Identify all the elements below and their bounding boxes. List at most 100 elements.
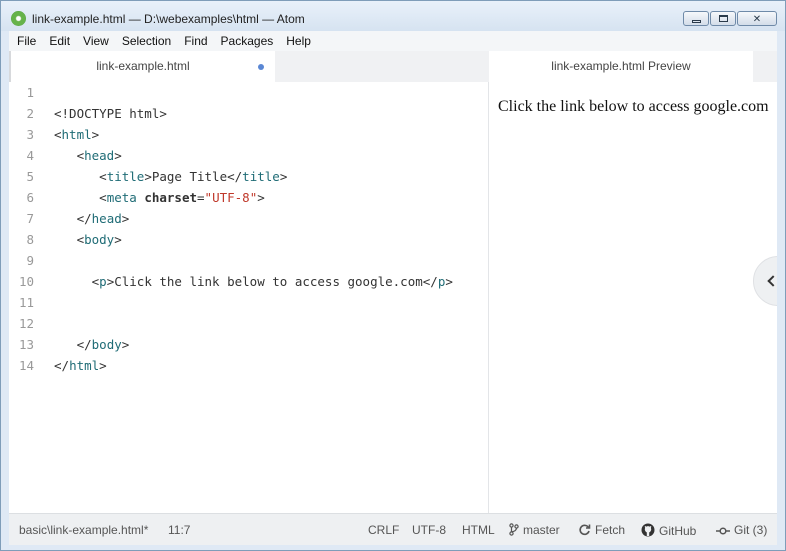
code-token: charset [144,190,198,205]
code-token: <!DOCTYPE html> [54,106,167,121]
tab-link-example-html[interactable]: link-example.html [9,51,275,82]
line-number: 2 [26,106,34,121]
window-controls: ✕ [682,11,777,26]
code-token: < [54,274,100,289]
line-number: 14 [18,358,34,373]
line-number: 11 [18,295,34,310]
code-token: > [91,127,100,142]
git-commit-icon [716,527,730,535]
code-token: </ [54,358,70,373]
code-token: </ [54,211,92,226]
line-number: 4 [26,148,34,163]
code-token: < [54,232,85,247]
code-token: > [257,190,265,205]
maximize-button[interactable] [710,11,736,26]
menu-edit[interactable]: Edit [41,31,75,51]
code-token: >Page Title</ [144,169,243,184]
menu-bar: File Edit View Selection Find Packages H… [9,31,777,51]
minimize-icon [692,20,701,23]
code-token: title [106,169,145,184]
menu-file[interactable]: File [9,31,41,51]
code-text: <p>Click the link below to access google… [54,271,453,292]
code-token: "UTF-8" [204,190,258,205]
menu-find[interactable]: Find [176,31,212,51]
status-line-ending[interactable]: CRLF [368,523,399,537]
line-number: 5 [26,169,34,184]
menu-selection[interactable]: Selection [114,31,176,51]
github-label: GitHub [659,524,697,538]
code-text: </head> [54,208,130,229]
code-text: </body> [54,334,130,355]
code-token: < [54,169,107,184]
menu-help[interactable]: Help [278,31,316,51]
tab-label: link-example.html Preview [551,59,691,73]
status-github-button[interactable]: GitHub [641,523,696,538]
minimize-button[interactable] [683,11,709,26]
close-icon: ✕ [752,14,762,25]
code-token: body [91,337,122,352]
chevron-left-icon [767,275,777,287]
menu-view[interactable]: View [75,31,114,51]
line-number: 9 [26,253,34,268]
code-text: </html> [54,355,107,376]
close-button[interactable]: ✕ [737,11,777,26]
branch-label: master [523,523,560,537]
status-grammar[interactable]: HTML [462,523,495,537]
tab-label: link-example.html [96,59,190,73]
code-token: > [114,232,122,247]
tab-bar: link-example.html link-example.html Prev… [9,51,777,83]
code-text: <html> [54,124,99,145]
code-token: = [197,190,205,205]
modified-indicator-icon[interactable] [258,64,264,70]
line-number: 13 [18,337,34,352]
line-number: 10 [18,274,34,289]
line-number: 12 [18,316,34,331]
fetch-label: Fetch [595,523,626,537]
code-token: >Click the link below to access google.c… [106,274,438,289]
code-text: <title>Page Title</title> [54,166,287,187]
code-token: </ [54,337,92,352]
workspace: link-example.html link-example.html Prev… [9,51,777,513]
code-token: > [114,148,122,163]
code-token: < [54,127,62,142]
code-token: > [121,211,130,226]
code-token: > [279,169,288,184]
code-token: > [445,274,453,289]
code-token: head [84,148,115,163]
status-encoding[interactable]: UTF-8 [412,523,446,537]
code-token: > [121,337,130,352]
code-token: head [91,211,122,226]
line-number: 1 [26,85,34,100]
code-token: html [69,358,100,373]
window-title: link-example.html — D:\webexamples\html … [32,12,305,26]
github-octocat-icon [641,523,655,537]
code-text: <!DOCTYPE html> [54,103,167,124]
atom-window: link-example.html — D:\webexamples\html … [0,0,786,551]
status-git-branch[interactable]: master [509,523,560,537]
line-number: 8 [26,232,34,247]
code-token: meta [106,190,137,205]
atom-logo-icon [11,11,26,26]
code-token: body [84,232,115,247]
git-label: Git (3) [734,523,768,537]
preview-paragraph: Click the link below to access google.co… [498,98,769,115]
code-token: > [99,358,107,373]
status-bar: basic\link-example.html* 11:7 CRLF UTF-8… [9,513,777,545]
status-file-path[interactable]: basic\link-example.html* [19,523,148,537]
html-preview-pane: Click the link below to access google.co… [489,82,777,513]
code-token: title [242,169,280,184]
status-fetch-button[interactable]: Fetch [578,523,625,537]
tab-html-preview[interactable]: link-example.html Preview [489,51,753,82]
code-editor[interactable]: 1 2 <!DOCTYPE html> 3 <html> 4 <head> 5 <title… [9,82,489,513]
line-number: 6 [26,190,34,205]
code-token: p [99,274,107,289]
maximize-icon [719,15,728,22]
code-text: <meta charset="UTF-8"> [54,187,265,208]
code-text: <body> [54,229,122,250]
code-token: < [54,148,85,163]
status-git-button[interactable]: Git (3) [716,523,767,537]
status-cursor-position[interactable]: 11:7 [168,523,190,537]
menu-packages[interactable]: Packages [213,31,279,51]
code-token: < [54,190,107,205]
title-bar[interactable]: link-example.html — D:\webexamples\html … [1,1,785,31]
